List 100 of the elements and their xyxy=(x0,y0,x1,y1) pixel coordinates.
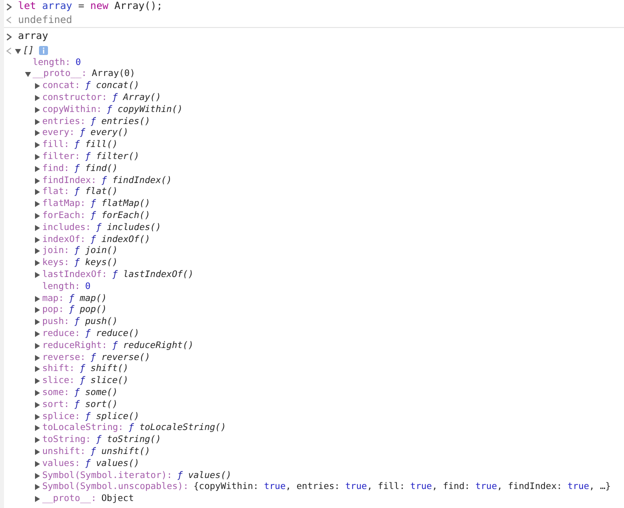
property-key: length: xyxy=(42,282,80,292)
expand-arrow-icon[interactable] xyxy=(34,425,40,432)
expand-arrow-icon[interactable] xyxy=(34,460,40,467)
expand-arrow-icon[interactable] xyxy=(34,189,40,196)
expand-arrow-icon[interactable] xyxy=(34,178,40,184)
property-key: push: xyxy=(42,317,70,328)
expand-arrow-icon[interactable] xyxy=(34,414,40,420)
property-value: ƒ shift() xyxy=(80,364,128,374)
property-key: every: xyxy=(42,128,75,138)
property-key: splice: xyxy=(42,412,80,422)
property-value: ƒ push() xyxy=(74,317,118,328)
expand-arrow-icon[interactable] xyxy=(34,354,40,361)
property-key: values: xyxy=(42,458,80,469)
expand-arrow-icon[interactable] xyxy=(34,83,40,90)
property-value: ƒ lastIndexOf() xyxy=(112,270,194,280)
property-value: ƒ reverse() xyxy=(90,352,150,363)
expand-arrow-icon[interactable] xyxy=(34,342,40,349)
property-value: 0 xyxy=(85,282,91,292)
property-value: ƒ some() xyxy=(74,388,118,398)
property-key: filter: xyxy=(42,152,80,162)
expand-arrow-icon[interactable] xyxy=(34,213,40,220)
property-value: ƒ flatMap() xyxy=(90,199,150,210)
property-key: Symbol(Symbol.iterator): xyxy=(42,470,172,481)
expand-arrow-icon[interactable] xyxy=(34,95,40,102)
expand-arrow-icon[interactable] xyxy=(34,319,40,326)
expand-arrow-icon[interactable] xyxy=(34,236,40,243)
array-label: [] xyxy=(23,46,34,56)
property-value: ƒ flat() xyxy=(74,187,118,198)
expand-arrow-icon[interactable] xyxy=(34,307,40,314)
property-value: ƒ values() xyxy=(85,458,140,469)
property-value: ƒ unshift() xyxy=(90,446,150,457)
property-value: ƒ reduceRight() xyxy=(112,340,194,351)
property-key: slice: xyxy=(42,376,75,386)
property-key: join: xyxy=(42,246,70,256)
prompt-icon xyxy=(6,32,12,40)
expand-arrow-icon[interactable] xyxy=(34,201,40,208)
expand-arrow-icon[interactable] xyxy=(34,448,40,455)
expand-arrow-icon[interactable] xyxy=(34,296,40,302)
property-value: {copyWithin: true, entries: true, fill: true, find: true, findIndex: true, …} xyxy=(194,482,611,492)
property-key: __proto__: xyxy=(32,69,87,80)
property-value: ƒ toLocaleString() xyxy=(128,423,226,434)
collapse-arrow-icon[interactable] xyxy=(24,71,31,78)
expand-arrow-icon[interactable] xyxy=(34,437,40,444)
property-key: indexOf: xyxy=(42,234,86,245)
expand-arrow-icon[interactable] xyxy=(34,272,40,278)
code-line: array xyxy=(18,31,48,42)
expand-arrow-icon[interactable] xyxy=(34,496,40,502)
property-key: map: xyxy=(42,294,64,304)
property-key: __proto__: xyxy=(42,494,96,504)
property-key: reduceRight: xyxy=(42,340,108,351)
property-key: forEach: xyxy=(42,211,86,222)
expand-arrow-icon[interactable] xyxy=(34,331,40,338)
collapse-arrow-icon[interactable] xyxy=(15,48,21,54)
property-value: ƒ filter() xyxy=(85,152,140,162)
property-key: findIndex: xyxy=(42,176,96,186)
property-key: copyWithin: xyxy=(42,104,102,115)
property-value: ƒ reduce() xyxy=(85,329,140,340)
expand-arrow-icon[interactable] xyxy=(34,260,40,266)
property-value: ƒ entries() xyxy=(90,116,150,127)
property-key: unshift: xyxy=(42,446,86,457)
property-key: concat: xyxy=(42,81,80,92)
property-value: ƒ findIndex() xyxy=(101,176,172,186)
property-value: Object xyxy=(101,494,134,504)
property-key: reverse: xyxy=(42,352,86,363)
property-value: ƒ map() xyxy=(68,294,107,304)
property-key: constructor: xyxy=(42,93,108,104)
expand-arrow-icon[interactable] xyxy=(34,402,40,408)
property-key: length: xyxy=(32,58,71,68)
expand-arrow-icon[interactable] xyxy=(34,248,40,254)
property-value: ƒ fill() xyxy=(74,140,118,150)
expand-arrow-icon[interactable] xyxy=(34,142,40,148)
property-value: ƒ copyWithin() xyxy=(106,104,183,115)
property-key: reduce: xyxy=(42,329,80,340)
property-key: Symbol(Symbol.unscopables): xyxy=(42,482,188,492)
property-value: ƒ values() xyxy=(177,470,232,481)
property-value: ƒ indexOf() xyxy=(90,234,150,245)
expand-arrow-icon[interactable] xyxy=(34,130,40,136)
property-key: toString: xyxy=(42,435,91,446)
property-key: shift: xyxy=(42,364,75,374)
property-value: ƒ slice() xyxy=(80,376,128,386)
expand-arrow-icon[interactable] xyxy=(34,118,40,125)
property-key: lastIndexOf: xyxy=(42,270,108,280)
expand-arrow-icon[interactable] xyxy=(34,166,40,172)
expand-arrow-icon[interactable] xyxy=(34,154,40,160)
property-key: pop: xyxy=(42,305,64,316)
property-key: toLocaleString: xyxy=(42,423,124,434)
expand-arrow-icon[interactable] xyxy=(34,378,40,384)
property-key: find: xyxy=(42,164,70,174)
expand-arrow-icon[interactable] xyxy=(34,224,40,231)
expand-arrow-icon[interactable] xyxy=(34,472,40,479)
code-line: let array = new Array(); xyxy=(18,1,163,12)
property-key: sort: xyxy=(42,400,70,410)
expand-arrow-icon[interactable] xyxy=(34,366,40,372)
expand-arrow-icon[interactable] xyxy=(34,106,40,113)
property-value: ƒ splice() xyxy=(85,412,140,422)
property-value: ƒ Array() xyxy=(112,93,161,104)
property-value: ƒ keys() xyxy=(74,258,118,268)
expand-arrow-icon[interactable] xyxy=(34,484,40,490)
expand-arrow-icon[interactable] xyxy=(34,390,40,396)
property-value: Array(0) xyxy=(92,69,136,80)
